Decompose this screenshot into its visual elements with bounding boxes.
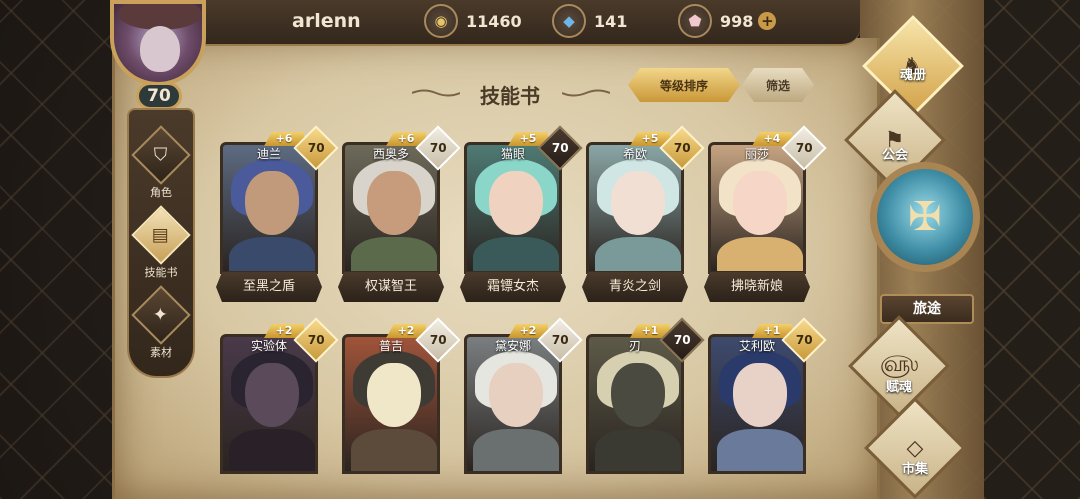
hero-body	[351, 237, 437, 271]
book-icon: ▤	[131, 205, 191, 265]
market-label: 市集	[901, 462, 928, 477]
hero-body	[473, 429, 559, 471]
hero-face	[611, 363, 665, 427]
hero-portrait	[464, 334, 562, 474]
gold-coin-icon: ◉	[424, 4, 458, 38]
skill-book-card[interactable]: +2 70 黛安娜	[464, 317, 583, 494]
skill-book-card[interactable]: +5 70 猫眼 霜镖女杰	[464, 125, 583, 302]
card-level: 70	[673, 332, 691, 347]
skill-book-card[interactable]: +2 70 实验体	[220, 317, 339, 494]
hero-face	[489, 363, 543, 427]
skill-book-card[interactable]: +6 70 西奥多 权谋智王	[342, 125, 461, 302]
gem-market-icon: ◇	[864, 397, 966, 499]
level-sort-button[interactable]: 等级排序	[628, 68, 740, 102]
hero-body	[229, 429, 315, 471]
blue-crystal-icon: ◆	[552, 4, 586, 38]
hero-face	[733, 363, 787, 427]
page-title: 技能书	[480, 84, 540, 108]
skill-book-card[interactable]: +2 70 普吉	[342, 317, 461, 494]
journey-button[interactable]: ✠ 旅途	[866, 162, 982, 324]
hero-portrait	[220, 334, 318, 474]
card-level: 70	[795, 140, 813, 155]
helmet-icon: ⛉	[131, 125, 191, 185]
material-icon: ✦	[131, 285, 191, 345]
filter-button[interactable]: 筛选	[742, 68, 814, 102]
player-username: arlenn	[292, 10, 361, 32]
card-level: 70	[551, 332, 569, 347]
hero-body	[595, 429, 681, 471]
hero-body	[717, 429, 803, 471]
nav-item-label: 素材	[150, 346, 172, 359]
compass-emblem-icon: ✠	[870, 162, 980, 272]
hero-face	[245, 171, 299, 235]
hero-face	[367, 171, 421, 235]
nav-item-material[interactable]: ✦ 素材	[129, 285, 193, 360]
hero-portrait	[708, 334, 806, 474]
card-level: 70	[429, 140, 447, 155]
card-level: 70	[307, 140, 325, 155]
swirl-icon: ௵	[848, 315, 950, 417]
hero-body	[229, 237, 315, 271]
talent-button[interactable]: ௵ 赋魂	[848, 315, 950, 417]
hero-body	[473, 237, 559, 271]
gold-value: 11460	[466, 11, 522, 31]
nav-item-label: 角色	[150, 186, 172, 199]
skill-book-name: 拂晓新娘	[704, 272, 810, 302]
skill-book-name: 霜镖女杰	[460, 272, 566, 302]
gem-value: 998	[720, 11, 754, 31]
hero-face	[489, 171, 543, 235]
market-button[interactable]: ◇ 市集	[864, 397, 966, 499]
skill-book-card[interactable]: +5 70 希欧 青炎之剑	[586, 125, 705, 302]
pink-gem-icon: ⬟	[678, 4, 712, 38]
skill-book-card[interactable]: +4 70 丽莎 拂晓新娘	[708, 125, 827, 302]
skill-book-card[interactable]: +1 70 刃	[586, 317, 705, 494]
hero-portrait	[342, 334, 440, 474]
hero-face	[245, 363, 299, 427]
hero-portrait	[586, 334, 684, 474]
talent-label: 赋魂	[885, 380, 912, 395]
player-level-badge: 70	[136, 82, 182, 110]
skill-book-name: 青炎之剑	[582, 272, 688, 302]
card-level: 70	[429, 332, 447, 347]
guild-label: 公会	[881, 148, 908, 163]
card-level: 70	[307, 332, 325, 347]
card-level: 70	[551, 140, 569, 155]
add-gem-button[interactable]: +	[758, 12, 777, 30]
skill-book-name: 权谋智王	[338, 272, 444, 302]
right-frame	[984, 0, 1080, 499]
hero-body	[351, 429, 437, 471]
hero-face	[733, 171, 787, 235]
skill-book-name: 至黑之盾	[216, 272, 322, 302]
gold-resource: ◉ 11460	[424, 4, 522, 38]
skill-book-card[interactable]: +6 70 迪兰 至黑之盾	[220, 125, 339, 302]
skill-book-card[interactable]: +1 70 艾利欧	[708, 317, 827, 494]
right-flourish	[562, 89, 610, 97]
soul-book-label: 魂册	[899, 68, 926, 83]
hero-body	[595, 237, 681, 271]
hero-face	[367, 363, 421, 427]
hero-face	[611, 171, 665, 235]
card-level: 70	[795, 332, 813, 347]
hero-body	[717, 237, 803, 271]
crystal-resource: ◆ 141	[552, 4, 628, 38]
nav-item-label: 技能书	[144, 266, 178, 279]
crystal-value: 141	[594, 11, 628, 31]
card-level: 70	[673, 140, 691, 155]
left-flourish	[412, 89, 460, 97]
gem-resource: ⬟ 998 +	[678, 4, 777, 38]
nav-item-character[interactable]: ⛉ 角色	[129, 125, 193, 200]
nav-item-skill-book[interactable]: ▤ 技能书	[129, 205, 193, 280]
left-nav: ⛉ 角色 ▤ 技能书 ✦ 素材	[127, 108, 195, 378]
